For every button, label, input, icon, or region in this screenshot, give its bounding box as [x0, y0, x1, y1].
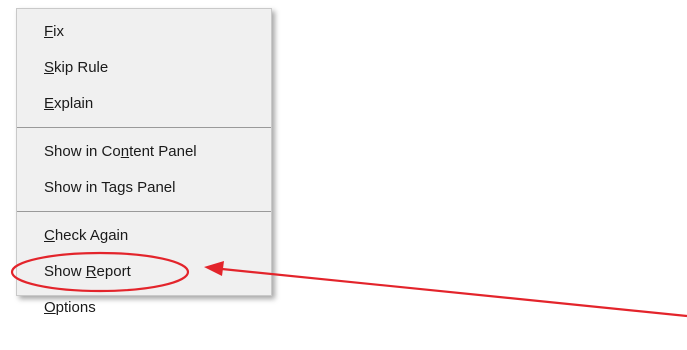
menu-item-fix[interactable]: Fix [17, 14, 271, 50]
menu-item-label: tent Panel [129, 143, 197, 160]
accelerator-key: E [44, 95, 55, 112]
menu-item-skip-rule[interactable]: Skip Rule [17, 50, 271, 86]
menu-item-options[interactable]: Options [17, 290, 271, 326]
menu-item-label: Show [44, 263, 86, 280]
context-menu: Fix Skip Rule Explain Show in Content Pa… [16, 8, 272, 316]
menu-item-label: Show in Co [44, 143, 121, 160]
menu-item-label: heck Again [54, 227, 129, 244]
menu-item-explain[interactable]: Explain [17, 86, 271, 122]
menu-separator [17, 127, 271, 128]
menu-item-label: ix [53, 23, 65, 40]
accelerator-key: C [44, 227, 55, 244]
menu-item-check-again[interactable]: Check Again [17, 218, 271, 254]
accelerator-key: O [44, 299, 56, 316]
menu-item-show-in-tags-panel[interactable]: Show in Tags Panel [17, 170, 271, 206]
accelerator-key: S [44, 59, 55, 76]
menu-item-show-in-content-panel[interactable]: Show in Content Panel [17, 134, 271, 170]
menu-item-label: Show in Ta [44, 179, 118, 196]
screenshot-stage: Fix Skip Rule Explain Show in Content Pa… [0, 0, 687, 350]
menu-separator [17, 211, 271, 212]
menu-item-label: xplain [54, 95, 94, 112]
menu-item-label: ptions [55, 299, 96, 316]
accelerator-key: F [44, 23, 54, 40]
menu-item-label: eport [96, 263, 131, 280]
menu-item-show-report[interactable]: Show Report [17, 254, 271, 290]
callout-arrow-line [221, 267, 687, 318]
accelerator-key: R [85, 263, 97, 280]
menu-item-label: kip Rule [54, 59, 109, 76]
accelerator-key: n [120, 143, 130, 160]
menu-item-label: s Panel [125, 179, 176, 196]
